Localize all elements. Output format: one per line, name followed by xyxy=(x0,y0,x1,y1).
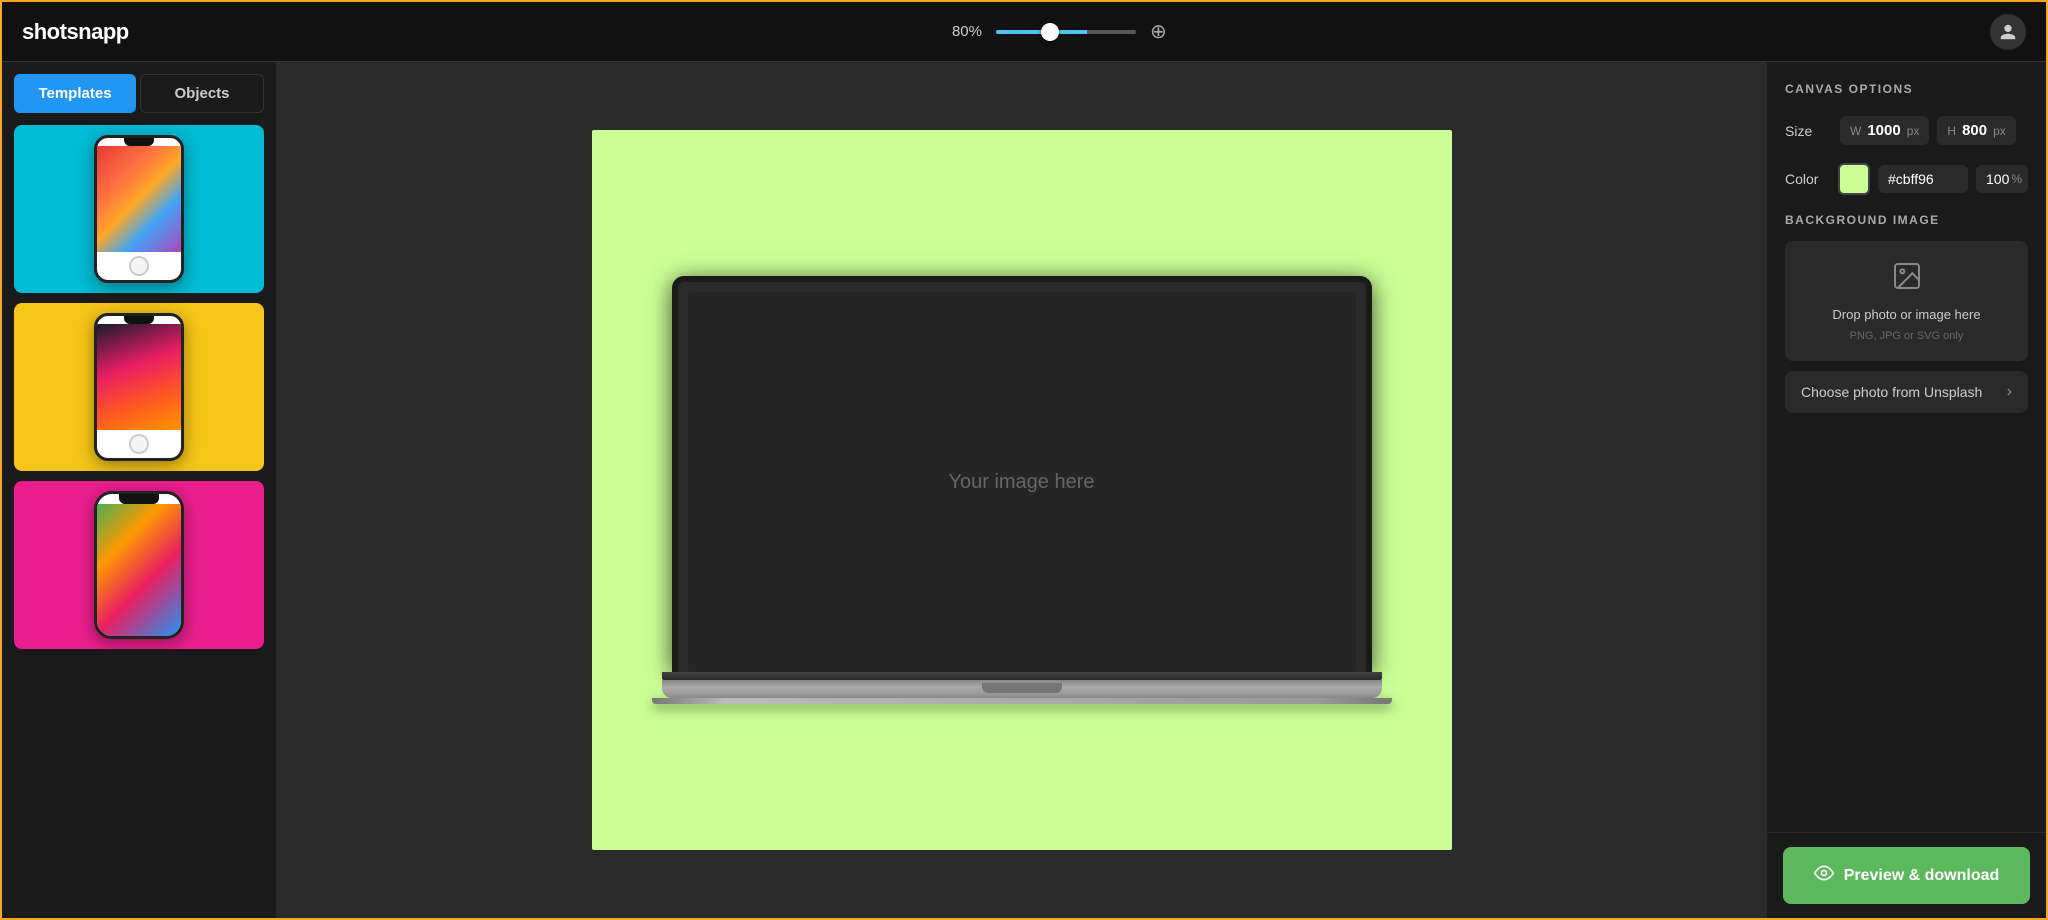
zoom-slider-wrap xyxy=(996,30,1136,34)
color-swatch[interactable] xyxy=(1838,163,1870,195)
topbar-right xyxy=(1990,14,2026,50)
bg-image-section: BACKGROUND IMAGE Drop photo or image her… xyxy=(1785,213,2028,413)
opacity-value: 100 xyxy=(1986,171,2009,187)
width-unit: px xyxy=(1907,124,1920,138)
topbar-left: shotsnapp xyxy=(22,19,129,45)
main-area: Templates Objects xyxy=(2,62,2046,918)
phone-screen-2 xyxy=(97,324,181,430)
drop-zone[interactable]: Drop photo or image here PNG, JPG or SVG… xyxy=(1785,241,2028,361)
canvas-options: CANVAS OPTIONS Size W 1000 px H 800 px xyxy=(1767,62,2046,832)
screen-character xyxy=(97,504,181,636)
download-label: Preview & download xyxy=(1844,867,2000,885)
laptop-placeholder-text: Your image here xyxy=(948,471,1094,494)
canvas[interactable]: Your image here xyxy=(592,130,1452,850)
laptop-hinge xyxy=(662,672,1382,680)
phone-notch-3 xyxy=(119,494,159,504)
color-label: Color xyxy=(1785,171,1838,187)
unsplash-button[interactable]: Choose photo from Unsplash › xyxy=(1785,371,2028,413)
phone-mockup-3 xyxy=(94,491,184,639)
preview-download-button[interactable]: Preview & download xyxy=(1783,847,2030,904)
color-hex-field[interactable]: #cbff96 xyxy=(1878,165,1968,193)
right-panel: CANVAS OPTIONS Size W 1000 px H 800 px xyxy=(1766,62,2046,918)
options-title: CANVAS OPTIONS xyxy=(1785,82,2028,96)
laptop-mockup: Your image here xyxy=(662,276,1382,704)
size-controls: W 1000 px H 800 px xyxy=(1840,116,2028,145)
phone-home-btn-1 xyxy=(129,256,149,276)
unsplash-label: Choose photo from Unsplash xyxy=(1801,384,1982,400)
zoom-in-icon[interactable]: ⊕ xyxy=(1150,19,1167,44)
screen-abstract xyxy=(97,146,181,252)
image-upload-icon xyxy=(1891,260,1923,299)
height-dim-label: H xyxy=(1947,124,1956,138)
phone-screen-1 xyxy=(97,146,181,252)
bg-image-title: BACKGROUND IMAGE xyxy=(1785,213,2028,227)
opacity-field[interactable]: 100 % xyxy=(1976,165,2028,193)
chevron-right-icon: › xyxy=(2007,383,2012,401)
height-value: 800 xyxy=(1962,122,1987,139)
phone-home-btn-2 xyxy=(129,434,149,454)
drop-sub-text: PNG, JPG or SVG only xyxy=(1850,330,1964,342)
app-logo: shotsnapp xyxy=(22,19,129,45)
canvas-area: Your image here xyxy=(277,62,1766,918)
tab-objects[interactable]: Objects xyxy=(140,74,264,113)
width-value: 1000 xyxy=(1867,122,1900,139)
tab-bar: Templates Objects xyxy=(2,62,276,113)
phone-screen-3 xyxy=(97,504,181,636)
template-card-3[interactable] xyxy=(14,481,264,649)
phone-notch-1 xyxy=(124,138,154,146)
download-bar: Preview & download xyxy=(1767,832,2046,918)
laptop-base xyxy=(662,680,1382,698)
left-panel: Templates Objects xyxy=(2,62,277,918)
user-icon-button[interactable] xyxy=(1990,14,2026,50)
color-controls: #cbff96 100 % xyxy=(1838,163,2028,195)
templates-list xyxy=(2,113,276,918)
zoom-label: 80% xyxy=(952,23,982,40)
size-row: Size W 1000 px H 800 px xyxy=(1785,116,2028,145)
size-label: Size xyxy=(1785,123,1840,139)
width-dim-label: W xyxy=(1850,124,1861,138)
topbar-center: 80% ⊕ xyxy=(952,19,1167,44)
tab-templates[interactable]: Templates xyxy=(14,74,136,113)
template-card-1[interactable] xyxy=(14,125,264,293)
drop-main-text: Drop photo or image here xyxy=(1832,307,1980,322)
opacity-symbol: % xyxy=(2011,172,2022,186)
phone-notch-2 xyxy=(124,316,154,324)
laptop-screen-inner: Your image here xyxy=(688,292,1356,672)
laptop-feet xyxy=(652,698,1392,704)
laptop-screen-outer: Your image here xyxy=(672,276,1372,672)
laptop-notch-base xyxy=(982,683,1062,693)
phone-mockup-1 xyxy=(94,135,184,283)
user-icon xyxy=(1999,23,2017,41)
height-field[interactable]: H 800 px xyxy=(1937,116,2015,145)
color-row: Color #cbff96 100 % xyxy=(1785,163,2028,195)
screen-smoke xyxy=(97,324,181,430)
height-unit: px xyxy=(1993,124,2006,138)
width-field[interactable]: W 1000 px xyxy=(1840,116,1929,145)
template-card-2[interactable] xyxy=(14,303,264,471)
zoom-slider[interactable] xyxy=(996,30,1136,34)
topbar: shotsnapp 80% ⊕ xyxy=(2,2,2046,62)
eye-icon xyxy=(1814,863,1834,888)
phone-mockup-2 xyxy=(94,313,184,461)
